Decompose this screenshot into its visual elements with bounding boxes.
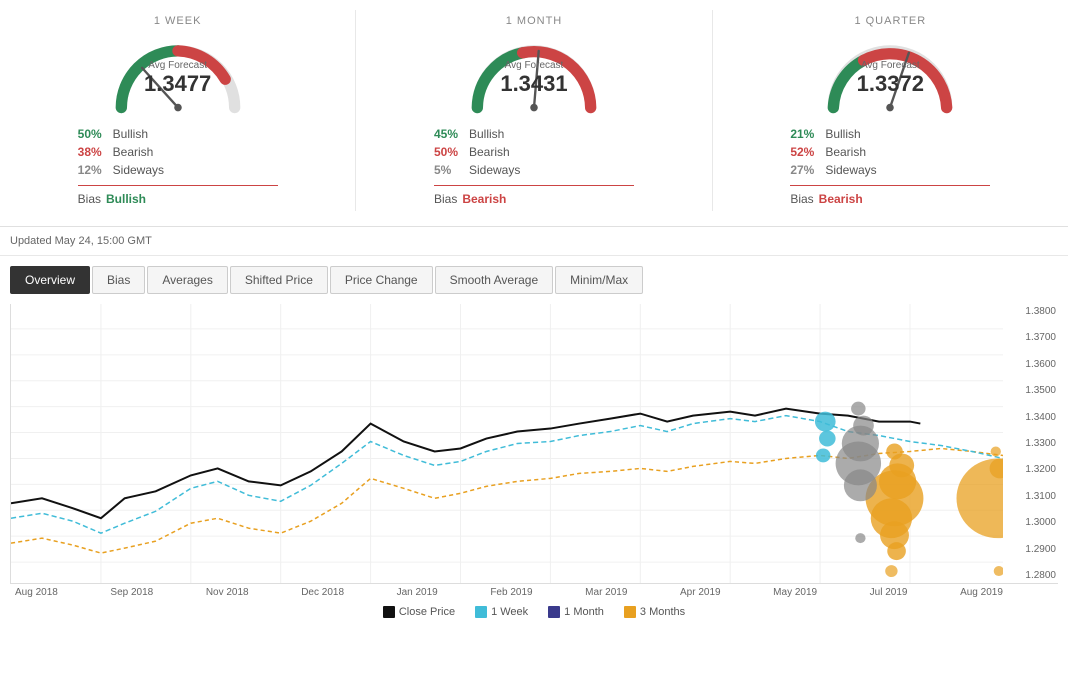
tab-smooth-average[interactable]: Smooth Average <box>435 266 554 294</box>
chart-area: 1.3800 1.3700 1.3600 1.3500 1.3400 1.330… <box>0 294 1068 614</box>
bias-quarter: Bias Bearish <box>790 192 990 206</box>
chart-wrapper: 1.3800 1.3700 1.3600 1.3500 1.3400 1.330… <box>10 304 1058 584</box>
tab-minim-max[interactable]: Minim/Max <box>555 266 643 294</box>
legend-3-months: 3 Months <box>624 606 685 618</box>
forecast-panels: 1 WEEK Avg Forecast 1.3477 50% Bullis <box>0 0 1068 227</box>
tab-price-change[interactable]: Price Change <box>330 266 433 294</box>
update-text: Updated May 24, 15:00 GMT <box>10 235 152 247</box>
panel-1-quarter: 1 QUARTER Avg Forecast 1.3372 21% Bullis… <box>713 10 1068 211</box>
chart-legend: Close Price 1 Week 1 Month 3 Months <box>10 601 1058 623</box>
bias-week: Bias Bullish <box>78 192 278 206</box>
tab-bar: Overview Bias Averages Shifted Price Pri… <box>0 256 1068 294</box>
gauge-month: Avg Forecast 1.3431 <box>454 32 614 117</box>
x-axis: Aug 2018 Sep 2018 Nov 2018 Dec 2018 Jan … <box>10 584 1058 601</box>
period-label-quarter: 1 QUARTER <box>854 15 926 27</box>
legend-close-price: Close Price <box>383 606 455 618</box>
tab-shifted-price[interactable]: Shifted Price <box>230 266 328 294</box>
gauge-text-quarter: Avg Forecast 1.3372 <box>810 60 970 97</box>
tab-overview[interactable]: Overview <box>10 266 90 294</box>
stats-quarter: 21% Bullish 52% Bearish 27% Sideways Bia… <box>790 125 990 206</box>
stats-month: 45% Bullish 50% Bearish 5% Sideways Bias… <box>434 125 634 206</box>
tab-bias[interactable]: Bias <box>92 266 145 294</box>
gauge-text-week: Avg Forecast 1.3477 <box>98 60 258 97</box>
tab-averages[interactable]: Averages <box>147 266 227 294</box>
chart-svg-area <box>11 304 1003 583</box>
y-axis: 1.3800 1.3700 1.3600 1.3500 1.3400 1.330… <box>1003 304 1058 583</box>
stats-week: 50% Bullish 38% Bearish 12% Sideways Bia… <box>78 125 278 206</box>
bias-month: Bias Bearish <box>434 192 634 206</box>
gauge-week: Avg Forecast 1.3477 <box>98 32 258 117</box>
legend-1-week: 1 Week <box>475 606 528 618</box>
update-bar: Updated May 24, 15:00 GMT <box>0 227 1068 256</box>
panel-1-month: 1 MONTH Avg Forecast 1.3431 45% Bullish <box>356 10 712 211</box>
period-label-month: 1 MONTH <box>506 15 563 27</box>
gauge-quarter: Avg Forecast 1.3372 <box>810 32 970 117</box>
panel-1-week: 1 WEEK Avg Forecast 1.3477 50% Bullis <box>0 10 356 211</box>
gauge-text-month: Avg Forecast 1.3431 <box>454 60 614 97</box>
period-label-week: 1 WEEK <box>154 15 202 27</box>
legend-1-month: 1 Month <box>548 606 604 618</box>
